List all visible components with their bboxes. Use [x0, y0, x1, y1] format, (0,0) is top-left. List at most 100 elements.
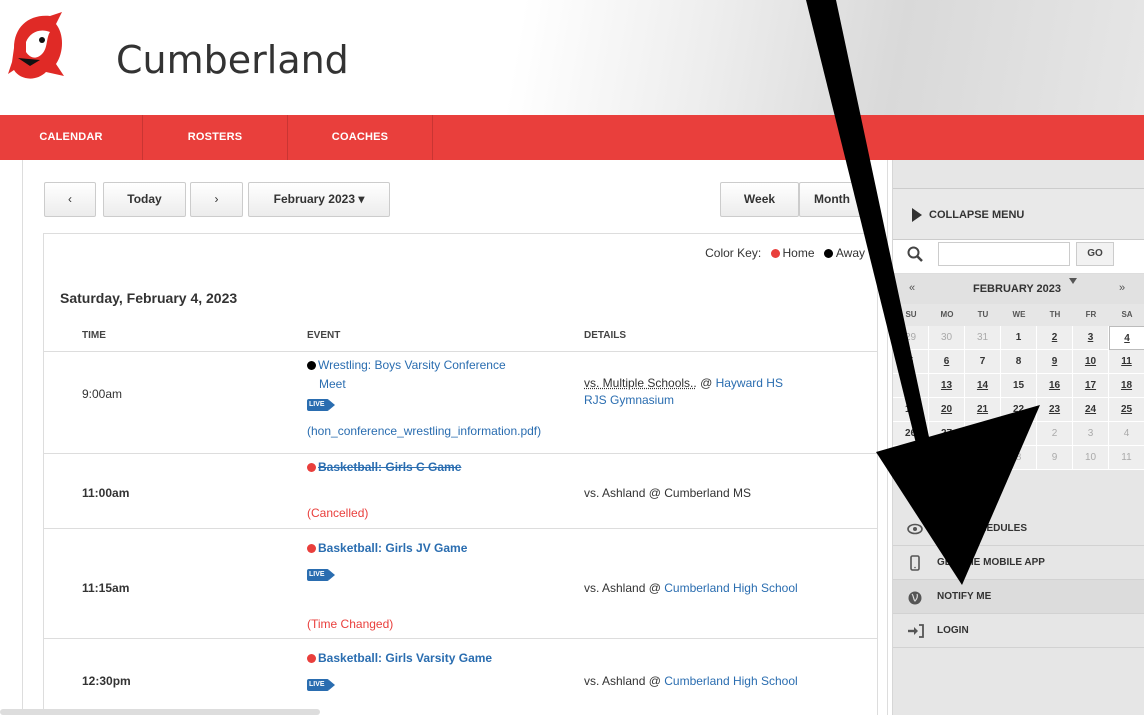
- go-button[interactable]: GO: [1076, 242, 1114, 266]
- calendar-day[interactable]: 9: [1037, 350, 1073, 374]
- school-name[interactable]: Cumberland: [116, 38, 349, 82]
- calendar-day[interactable]: 5: [893, 350, 929, 374]
- notify-me-item[interactable]: NOTIFY ME: [893, 580, 1144, 614]
- calendar-day[interactable]: 27: [929, 422, 965, 446]
- calendar-day[interactable]: 4: [1109, 326, 1144, 350]
- next-button[interactable]: ›: [190, 182, 243, 217]
- calendar-day[interactable]: 13: [929, 374, 965, 398]
- calendar-day[interactable]: 22: [1001, 398, 1037, 422]
- calendar-day[interactable]: 8: [1001, 446, 1037, 470]
- prev-button[interactable]: ‹: [44, 182, 96, 217]
- calendar-day[interactable]: 1: [1001, 326, 1037, 350]
- calendar-day[interactable]: 5: [893, 446, 929, 470]
- eye-icon: [907, 523, 923, 535]
- mobile-app-item[interactable]: GET THE MOBILE APP: [893, 546, 1144, 580]
- calendar-day[interactable]: 1: [1001, 422, 1037, 446]
- event-link[interactable]: Wrestling: Boys Varsity Conference: [318, 358, 506, 372]
- location-link[interactable]: Cumberland High School: [664, 581, 797, 595]
- calendar-day[interactable]: 14: [965, 374, 1001, 398]
- calendar-day[interactable]: 25: [1109, 398, 1144, 422]
- calendar-day[interactable]: 2: [1037, 326, 1073, 350]
- calendar-day[interactable]: 20: [929, 398, 965, 422]
- calendar-day[interactable]: 10: [1073, 350, 1109, 374]
- event-link[interactable]: Basketball: Girls Varsity Game: [318, 651, 492, 665]
- login-item[interactable]: LOGIN: [893, 614, 1144, 648]
- mini-calendar-header: « FEBRUARY 2023 »: [893, 274, 1144, 304]
- calendar-day[interactable]: 26: [893, 422, 929, 446]
- weekday-fr: FR: [1085, 310, 1097, 319]
- calendar-day[interactable]: 30: [929, 326, 965, 350]
- cal-next-button[interactable]: »: [1119, 282, 1125, 294]
- calendar-day[interactable]: 6: [929, 446, 965, 470]
- event-link[interactable]: Basketball: Girls JV Game: [318, 541, 467, 555]
- month-dropdown[interactable]: February 2023 ▾: [248, 182, 390, 217]
- caret-down-icon[interactable]: [1069, 278, 1077, 284]
- horizontal-scrollbar[interactable]: [0, 709, 320, 715]
- calendar-day[interactable]: 31: [965, 326, 1001, 350]
- cal-month-title[interactable]: FEBRUARY 2023: [973, 283, 1061, 295]
- nav-calendar[interactable]: CALENDAR: [0, 115, 143, 160]
- collapse-menu-button[interactable]: COLLAPSE MENU: [893, 188, 1144, 240]
- table-row: 12:30pm Basketball: Girls Varsity Game L…: [44, 638, 877, 715]
- weekday-mo: MO: [940, 310, 954, 319]
- calendar-day[interactable]: 24: [1073, 398, 1109, 422]
- nav-coaches[interactable]: COACHES: [288, 115, 433, 160]
- calendar-day[interactable]: 17: [1073, 374, 1109, 398]
- event-cell: Basketball: Girls Varsity Game LIVE: [307, 649, 492, 697]
- event-link[interactable]: Basketball: Girls C Game: [318, 460, 461, 474]
- calendar-day[interactable]: 8: [1001, 350, 1037, 374]
- col-time: TIME: [82, 330, 106, 341]
- calendar-day[interactable]: 23: [1037, 398, 1073, 422]
- login-icon: [908, 624, 924, 638]
- search-icon[interactable]: [907, 246, 923, 262]
- event-details: vs. Multiple Schools.. @ Hayward HS RJS …: [584, 376, 783, 407]
- home-dot-icon: [307, 463, 316, 472]
- event-cell: Basketball: Girls JV Game LIVE (Time Cha…: [307, 539, 467, 634]
- calendar-day[interactable]: 3: [1073, 326, 1109, 350]
- location-link[interactable]: Hayward HS: [716, 376, 783, 390]
- col-event: EVENT: [307, 330, 341, 341]
- calendar-day[interactable]: 16: [1037, 374, 1073, 398]
- calendar-day[interactable]: 6: [929, 350, 965, 374]
- calendar-day[interactable]: 18: [1109, 374, 1144, 398]
- event-link-cont[interactable]: Meet: [319, 377, 346, 391]
- live-stream-icon[interactable]: LIVE: [307, 679, 335, 691]
- color-key-away: Away: [835, 246, 865, 260]
- calendar-day[interactable]: 12: [893, 374, 929, 398]
- calendar-day[interactable]: 7: [965, 446, 1001, 470]
- calendar-day[interactable]: 4: [1109, 422, 1144, 446]
- calendar-day[interactable]: 19: [893, 398, 929, 422]
- nav-rosters[interactable]: ROSTERS: [143, 115, 288, 160]
- month-view-button[interactable]: Month: [799, 182, 865, 217]
- calendar-day[interactable]: 28: [965, 422, 1001, 446]
- search-row: GO: [893, 240, 1144, 274]
- phone-icon: [910, 555, 920, 571]
- events-panel: Color Key: Home Away Saturday, February …: [43, 233, 878, 715]
- calendar-day[interactable]: 11: [1109, 446, 1144, 470]
- calendar-day[interactable]: 7: [965, 350, 1001, 374]
- opponent[interactable]: vs. Multiple Schools..: [584, 376, 697, 390]
- calendar-day[interactable]: 10: [1073, 446, 1109, 470]
- event-time: 9:00am: [82, 387, 123, 401]
- event-details: vs. Ashland @ Cumberland High School: [584, 674, 798, 688]
- calendar-day[interactable]: 3: [1073, 422, 1109, 446]
- live-stream-icon[interactable]: LIVE: [307, 399, 335, 411]
- away-dot-icon: [307, 361, 316, 370]
- calendar-day[interactable]: 29: [893, 326, 929, 350]
- calendar-day[interactable]: 2: [1037, 422, 1073, 446]
- today-button[interactable]: Today: [103, 182, 186, 217]
- view-schedules-item[interactable]: VIEW SCHEDULES: [893, 512, 1144, 546]
- search-input[interactable]: [938, 242, 1070, 266]
- school-logo-icon[interactable]: [6, 8, 68, 88]
- calendar-day[interactable]: 15: [1001, 374, 1037, 398]
- attachment-link[interactable]: (hon_conference_wrestling_information.pd…: [307, 424, 541, 438]
- calendar-day[interactable]: 11: [1109, 350, 1144, 374]
- color-key-label: Color Key:: [705, 246, 762, 260]
- calendar-day[interactable]: 9: [1037, 446, 1073, 470]
- cal-prev-button[interactable]: «: [909, 282, 915, 294]
- week-view-button[interactable]: Week: [720, 182, 799, 217]
- calendar-day[interactable]: 21: [965, 398, 1001, 422]
- location-sub-link[interactable]: RJS Gymnasium: [584, 393, 674, 407]
- live-stream-icon[interactable]: LIVE: [307, 569, 335, 581]
- location-link[interactable]: Cumberland High School: [664, 674, 797, 688]
